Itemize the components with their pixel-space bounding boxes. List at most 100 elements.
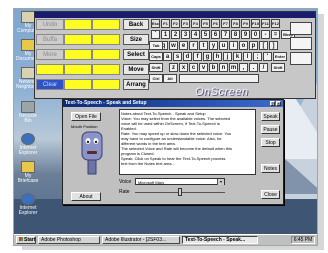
close-button[interactable]: Close [261,190,280,199]
stop-button[interactable]: Stop [261,138,280,147]
key-row3[interactable]: d [183,52,192,61]
keyboard-tool-button[interactable] [290,52,312,65]
modifier-key-caps[interactable]: Caps [149,52,163,61]
key-row3[interactable]: h [213,52,222,61]
keyboard-command-key[interactable]: Select [123,49,149,60]
key-row4[interactable]: . [249,63,258,72]
custom-key[interactable] [92,79,120,90]
chevron-down-icon[interactable]: ▾ [217,179,224,185]
key-row3[interactable]: f [193,52,202,61]
desktop-icon[interactable]: Internet Explorer [16,133,40,156]
custom-key[interactable] [64,79,92,90]
key-row4[interactable]: n [219,63,228,72]
key-row1[interactable]: 9 [241,30,250,39]
key-row3[interactable]: g [203,52,212,61]
key-row2[interactable]: r [189,41,198,50]
close-icon[interactable]: × [276,101,281,106]
key-row4[interactable]: , [239,63,248,72]
key-fn_row[interactable]: Esc [151,19,160,28]
key-row1[interactable]: 1 [161,30,170,39]
key-fn_row[interactable]: F5 [201,19,210,28]
keyboard-command-key[interactable]: Arrang [123,79,149,90]
modifier-key-shift_r[interactable]: Shift [271,63,285,72]
keyboard-tool-button[interactable] [290,37,312,50]
key-row4[interactable]: b [209,63,218,72]
key-row1[interactable]: = [271,30,280,39]
key-row1[interactable]: 2 [171,30,180,39]
spacebar[interactable] [179,74,259,83]
key-fn_row[interactable]: F2 [171,19,180,28]
custom-key[interactable]: Undo [36,19,64,30]
key-row2[interactable]: [ [259,41,268,50]
custom-key[interactable] [64,64,92,75]
open-file-button[interactable]: Open File [71,112,101,121]
key-row2[interactable]: ] [269,41,278,50]
key-row2[interactable]: e [179,41,188,50]
custom-key[interactable] [92,49,120,60]
notes-button[interactable]: Notes [261,164,280,173]
taskbar-task[interactable]: Adobe Illustrator - [2SF03... [102,236,180,244]
custom-key[interactable] [92,19,120,30]
keyboard-title-bar[interactable] [35,12,315,18]
key-fn_row[interactable]: F12 [271,19,280,28]
key-row2[interactable]: t [199,41,208,50]
desktop-icon[interactable]: Recycle Bin [16,101,40,124]
key-row3[interactable]: j [223,52,232,61]
help-icon[interactable]: ? [270,101,275,106]
key-row2[interactable]: i [229,41,238,50]
key-row1[interactable]: 6 [211,30,220,39]
key-fn_row[interactable]: F11 [261,19,270,28]
pause-button[interactable]: Pause [261,125,280,134]
key-fn_row[interactable]: F3 [181,19,190,28]
custom-key[interactable]: Clear [36,79,64,90]
key-row2[interactable]: y [209,41,218,50]
key-row4[interactable]: x [179,63,188,72]
key-row1[interactable]: 3 [181,30,190,39]
keyboard-tool-button[interactable] [290,22,312,35]
key-row1[interactable]: 8 [231,30,240,39]
custom-key[interactable] [36,64,64,75]
key-row4[interactable]: v [199,63,208,72]
key-fn_row[interactable]: F9 [241,19,250,28]
taskbar-task[interactable]: Text-To-Speech - Speak... [182,236,258,244]
custom-key[interactable] [64,19,92,30]
voice-select[interactable]: Microsoft Mary ▾ [135,178,225,185]
desktop-icon[interactable]: My Briefcase [16,161,40,184]
notes-text-area[interactable]: Notes about Text-To-Speech - Speak and S… [119,109,256,175]
modifier-key-shift[interactable]: Shift [149,63,163,72]
key-row1[interactable]: 0 [251,30,260,39]
key-fn_row[interactable]: F4 [191,19,200,28]
key-row3[interactable]: s [173,52,182,61]
modifier-key-ctrl[interactable]: Ctrl [149,74,163,83]
keyboard-command-key[interactable]: Move [123,64,149,75]
dialog-title-bar[interactable]: Text-To-Speech - Speak and Setup ? × [63,100,283,107]
key-row2[interactable]: u [219,41,228,50]
custom-key[interactable] [64,49,92,60]
key-row2[interactable]: p [249,41,258,50]
speak-button[interactable]: Speak [261,112,280,121]
key-fn_row[interactable]: F10 [251,19,260,28]
custom-key[interactable] [92,34,120,45]
modifier-key-enter[interactable]: Enter [273,52,287,61]
modifier-key-tab[interactable]: Tab [149,41,163,50]
keyboard-command-key[interactable]: Size [123,34,149,45]
key-fn_row[interactable]: F7 [221,19,230,28]
key-row3[interactable]: k [233,52,242,61]
custom-key[interactable] [64,34,92,45]
key-row1[interactable]: - [261,30,270,39]
modifier-key-alt[interactable]: Alt [163,74,177,83]
key-fn_row[interactable]: F8 [231,19,240,28]
rate-slider-thumb[interactable] [178,188,182,196]
keyboard-command-key[interactable]: Back [123,19,149,30]
key-row3[interactable]: a [163,52,172,61]
custom-key[interactable]: Buffa [36,34,64,45]
key-row2[interactable]: w [169,41,178,50]
key-row3[interactable]: ' [263,52,272,61]
key-row3[interactable]: l [243,52,252,61]
about-button[interactable]: About [71,192,101,201]
key-row1[interactable]: ` [151,30,160,39]
taskbar-task[interactable]: Adobe Photoshop [38,236,100,244]
key-row3[interactable]: ; [253,52,262,61]
key-row4[interactable]: / [259,63,268,72]
start-button[interactable]: Start [16,236,36,244]
